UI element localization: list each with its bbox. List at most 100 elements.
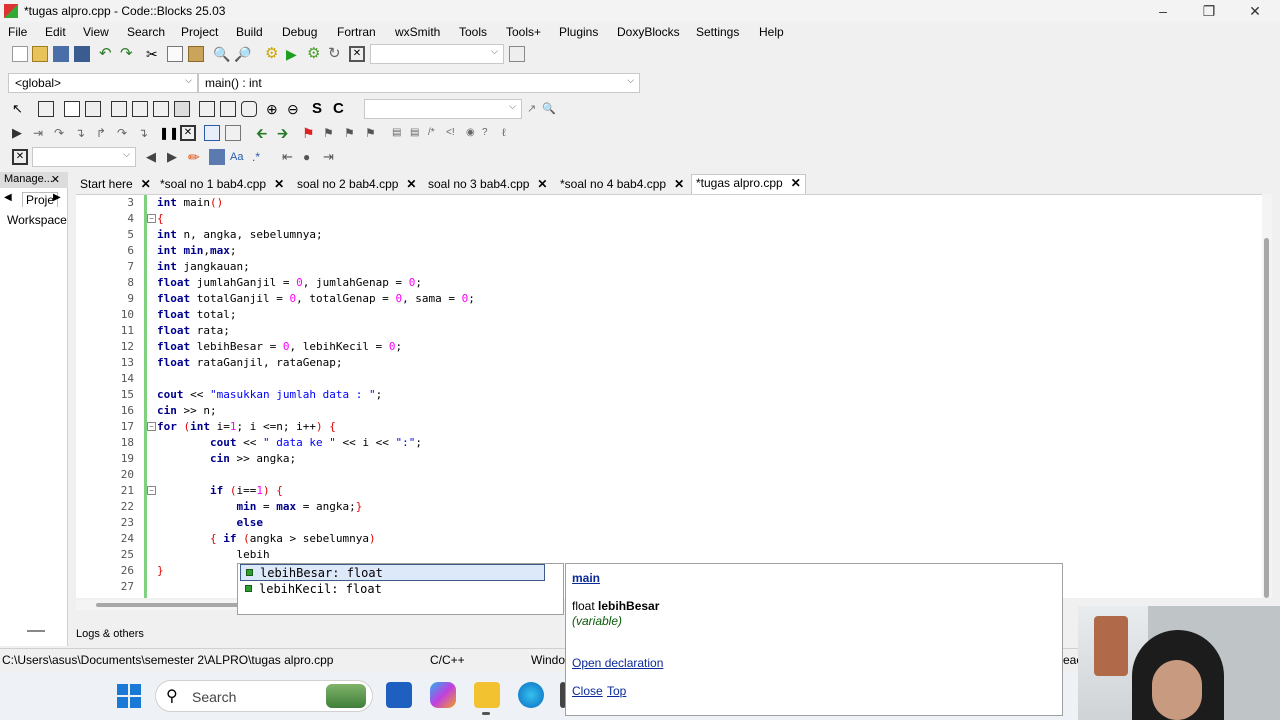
undo-icon[interactable]: ↶	[99, 46, 115, 62]
next-instruction-icon[interactable]: ↷	[117, 125, 133, 141]
panel-icon[interactable]	[174, 101, 190, 117]
menu-tools[interactable]: Tools	[459, 25, 487, 39]
menu-view[interactable]: View	[83, 25, 109, 39]
close-tab-icon[interactable]: ✕	[537, 177, 547, 191]
autocomplete-item[interactable]: lebihBesar: float	[240, 564, 545, 581]
step-instruction-icon[interactable]: ↴	[138, 125, 154, 141]
menu-file[interactable]: File	[8, 25, 27, 39]
target-options-icon[interactable]	[509, 46, 525, 62]
paste-icon[interactable]	[188, 46, 204, 62]
edge-icon[interactable]	[518, 682, 544, 708]
clear-bookmarks-icon[interactable]: ⚑	[365, 125, 381, 141]
close-search-icon[interactable]: ✕	[12, 149, 28, 165]
autocomplete-list[interactable]: lebihBesar: float lebihKecil: float	[237, 563, 564, 615]
open-folder-icon[interactable]	[32, 46, 48, 62]
tab-start-here[interactable]: Start here ✕	[76, 176, 155, 194]
copilot-icon[interactable]	[430, 682, 456, 708]
code-editor[interactable]: 3 4 5 6 7 8 9 10 11 12 13 14 15 16 17 18 19 20 21 22 23 24 25 2…	[76, 194, 1268, 598]
frame-icon[interactable]	[38, 101, 54, 117]
scope-select[interactable]: <global> ⌵	[8, 73, 198, 93]
zoom-in-icon[interactable]: ⊕	[266, 101, 282, 117]
s-icon[interactable]: S	[312, 101, 328, 117]
toggle-comment-icon[interactable]: /*	[428, 125, 444, 141]
regex-icon[interactable]: .*	[252, 149, 268, 165]
close-tab-icon[interactable]: ✕	[791, 176, 801, 190]
file-explorer-icon[interactable]	[474, 682, 500, 708]
fold-marker-icon[interactable]: −	[147, 486, 156, 495]
fold-marker-icon[interactable]: −	[147, 214, 156, 223]
windows-start-icon[interactable]	[117, 684, 141, 708]
prev-bookmark-icon[interactable]: ⚑	[323, 125, 339, 141]
menu-edit[interactable]: Edit	[45, 25, 66, 39]
build-gear-icon[interactable]: ⚙	[265, 46, 281, 62]
c-icon[interactable]: C	[333, 101, 349, 117]
replace-icon[interactable]: 🔎	[234, 46, 251, 62]
close-tab-icon[interactable]: ✕	[274, 177, 284, 191]
next-icon[interactable]	[199, 101, 215, 117]
stop-debug-icon[interactable]: ✕	[180, 125, 196, 141]
tab-soal-3[interactable]: soal no 3 bab4.cpp ✕	[424, 176, 551, 194]
autocomplete-item[interactable]: lebihKecil: float	[240, 581, 545, 598]
panel-left-arrow-icon[interactable]: ◀	[4, 192, 12, 203]
doc-scope-link[interactable]: main	[572, 571, 600, 585]
close-tab-icon[interactable]: ✕	[141, 177, 151, 191]
find-icon[interactable]: 🔍	[213, 46, 230, 62]
sizer-v-icon[interactable]	[132, 101, 148, 117]
jump-last-icon[interactable]: ●	[303, 149, 319, 165]
tab-soal-4[interactable]: *soal no 4 bab4.cpp ✕	[556, 176, 688, 194]
run-icon[interactable]: ▶	[286, 46, 302, 62]
autocomplete-scrollbar[interactable]	[545, 564, 563, 614]
jump-back-icon[interactable]: ⇤	[282, 149, 298, 165]
close-panel-icon[interactable]: ✕	[51, 173, 60, 186]
close-button[interactable]: ✕	[1232, 0, 1278, 22]
menu-search[interactable]: Search	[127, 25, 165, 39]
pointer-icon[interactable]: ↖	[12, 101, 28, 117]
run-to-cursor-icon[interactable]: ⇥	[33, 125, 49, 141]
jump-select[interactable]: ⌵	[364, 99, 522, 119]
taskbar-search[interactable]: ⚲ Search	[155, 680, 373, 712]
find-small-icon[interactable]: 🔍	[542, 101, 558, 117]
minimize-button[interactable]: –	[1140, 0, 1186, 22]
bookmark-icon[interactable]: ⚑	[302, 125, 318, 141]
comment-icon[interactable]: ▤	[392, 125, 408, 141]
top-link[interactable]: Top	[607, 684, 626, 698]
step-out-icon[interactable]: ↱	[96, 125, 112, 141]
highlight-icon[interactable]: ✏	[188, 149, 204, 165]
tab-soal-2[interactable]: soal no 2 bab4.cpp ✕	[293, 176, 420, 194]
back-arrow-icon[interactable]: 🡰	[256, 125, 272, 141]
scroll-thumb[interactable]	[96, 603, 246, 607]
editor-vertical-scrollbar[interactable]	[1262, 194, 1272, 598]
menu-doxyblocks[interactable]: DoxyBlocks	[617, 25, 680, 39]
debug-windows-icon[interactable]	[204, 125, 220, 141]
new-file-icon[interactable]	[12, 46, 28, 62]
menu-help[interactable]: Help	[759, 25, 784, 39]
step-into-icon[interactable]: ↴	[75, 125, 91, 141]
store-icon[interactable]	[386, 682, 412, 708]
scroll-thumb[interactable]	[1264, 238, 1269, 598]
cut-icon[interactable]: ✂	[146, 46, 162, 62]
close-link[interactable]: Close	[572, 684, 603, 698]
logs-panel-tab[interactable]: Logs & others	[68, 625, 566, 645]
workspace-item[interactable]: Workspace	[7, 213, 67, 227]
uncomment-icon[interactable]: ▤	[410, 125, 426, 141]
menu-wxsmith[interactable]: wxSmith	[395, 25, 440, 39]
stream-comment-icon[interactable]: <!	[446, 125, 462, 141]
copy-icon[interactable]	[167, 46, 183, 62]
tab-tugas-alpro[interactable]: *tugas alpro.cpp ✕	[691, 174, 806, 194]
pause-icon[interactable]: ❚❚	[159, 125, 179, 141]
grid-icon[interactable]	[85, 101, 101, 117]
prev-icon[interactable]	[220, 101, 236, 117]
selected-text-icon[interactable]	[209, 149, 225, 165]
function-select[interactable]: main() : int ⌵	[198, 73, 640, 93]
tab-soal-1[interactable]: *soal no 1 bab4.cpp ✕	[156, 176, 288, 194]
menu-project[interactable]: Project	[181, 25, 218, 39]
next-line-icon[interactable]: ↷	[54, 125, 70, 141]
menu-debug[interactable]: Debug	[282, 25, 317, 39]
save-icon[interactable]	[53, 46, 69, 62]
wrench-icon[interactable]: ℓ	[502, 125, 518, 141]
redo-icon[interactable]: ↷	[120, 46, 136, 62]
search-text-select[interactable]: ⌵	[32, 147, 136, 167]
restore-button[interactable]: ❐	[1186, 0, 1232, 22]
close-tab-icon[interactable]: ✕	[674, 177, 684, 191]
sizer-h-icon[interactable]	[111, 101, 127, 117]
